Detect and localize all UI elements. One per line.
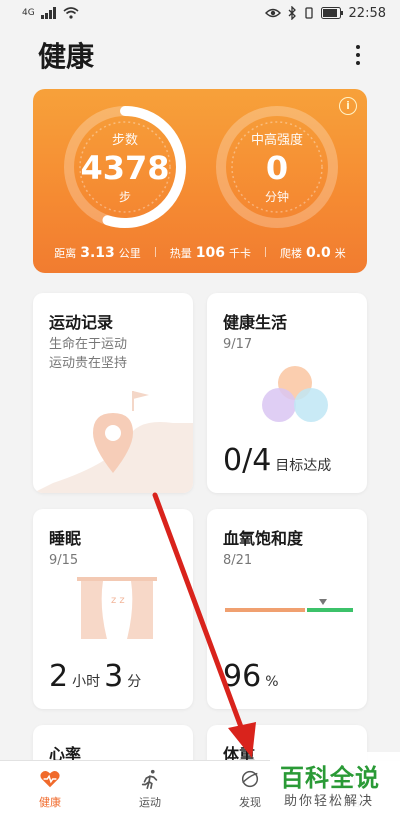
sleep-date: 9/15 (49, 553, 79, 568)
healthy-life-date: 9/17 (223, 337, 253, 352)
svg-text:z z: z z (111, 595, 125, 606)
watermark: 百科全说 助你轻松解决 (270, 752, 400, 816)
steps-label: 步数 (111, 133, 138, 148)
tab-health[interactable]: 健康 (0, 761, 100, 816)
steps-value: 4378 (80, 149, 170, 187)
healthy-life-title: 健康生活 (223, 313, 288, 332)
divider (264, 247, 266, 257)
healthy-life-value: 0/4 (223, 443, 272, 478)
sleep-minutes-unit: 分 (127, 674, 142, 690)
sleep-duration: 2 小时 3 分 (49, 659, 141, 694)
calories-value: 106 (195, 245, 225, 261)
eye-icon (264, 8, 281, 18)
planet-icon (241, 770, 259, 787)
tab-discover-label: 发现 (239, 795, 261, 809)
distance-label: 距离 (54, 247, 77, 260)
floors-label: 爬楼 (279, 247, 302, 260)
steps-unit: 步 (118, 190, 131, 204)
spo2-reading: 96 % (223, 659, 279, 694)
spo2-card[interactable]: 血氧饱和度 8/21 96 % (207, 509, 367, 709)
status-bar: 4G 22:58 (0, 0, 400, 26)
tab-health-label: 健康 (39, 795, 61, 809)
spo2-marker-icon (319, 599, 327, 605)
sleep-title: 睡眠 (49, 529, 82, 548)
healthy-life-card[interactable]: 健康生活 9/17 0/4 目标达成 (207, 293, 367, 493)
sleep-card[interactable]: 睡眠 9/15 z z 2 小时 3 分 (33, 509, 193, 709)
calories-unit: 千卡 (228, 247, 251, 260)
distance-stat: 距离 3.13 公里 (54, 245, 141, 261)
exercise-record-card[interactable]: 运动记录 生命在于运动 运动贵在坚持 (33, 293, 193, 493)
exercise-line2: 运动贵在坚持 (49, 356, 128, 371)
watermark-subtitle: 助你轻松解决 (284, 794, 375, 809)
intensity-label: 中高强度 (250, 133, 303, 148)
watermark-title: 百科全说 (280, 764, 380, 792)
calories-stat: 热量 106 千卡 (170, 245, 251, 261)
exercise-line1: 生命在于运动 (49, 337, 128, 352)
network-type: 4G (22, 8, 35, 18)
floors-stat: 爬楼 0.0 米 (280, 245, 346, 261)
runner-icon (141, 769, 158, 789)
steps-ring: 步数 4378 步 (61, 103, 189, 231)
status-right: 22:58 (264, 5, 386, 21)
signal-icon (40, 7, 56, 19)
clock: 22:58 (348, 5, 386, 21)
more-options-button[interactable] (346, 40, 370, 70)
page-title: 健康 (38, 40, 95, 73)
heart-pulse-icon (40, 770, 60, 787)
floors-unit: 米 (334, 247, 346, 260)
divider (154, 247, 156, 257)
distance-value: 3.13 (80, 245, 115, 261)
spo2-unit: % (265, 674, 279, 690)
map-pin-icon (33, 391, 193, 493)
intensity-ring: 中高强度 0 分钟 (213, 103, 341, 231)
bluetooth-icon (288, 6, 296, 20)
tab-exercise-label: 运动 (139, 795, 161, 809)
spo2-range-bar (225, 599, 353, 612)
battery-icon (320, 7, 343, 19)
healthy-life-unit: 目标达成 (275, 458, 332, 474)
distance-unit: 公里 (118, 247, 141, 260)
goal-circles-icon (262, 366, 328, 422)
activity-summary-card[interactable]: i 步数 4378 步 中高强度 0 分钟 距离 3.13 公里 热量 106 … (33, 89, 367, 273)
healthy-life-progress: 0/4 目标达成 (223, 443, 331, 478)
spo2-date: 8/21 (223, 553, 253, 568)
info-icon[interactable]: i (339, 97, 357, 115)
exercise-title: 运动记录 (49, 313, 114, 332)
wifi-icon (63, 7, 79, 19)
vibrate-icon (304, 7, 313, 19)
status-left: 4G (22, 7, 79, 19)
sleep-hours: 2 (49, 659, 69, 694)
spo2-title: 血氧饱和度 (223, 529, 304, 548)
sleep-hours-unit: 小时 (72, 674, 101, 690)
sleep-minutes: 3 (104, 659, 124, 694)
stats-row: 距离 3.13 公里 热量 106 千卡 爬楼 0.0 米 (33, 245, 367, 261)
intensity-unit: 分钟 (264, 190, 289, 204)
curtain-icon: z z (77, 577, 157, 639)
calories-label: 热量 (169, 247, 192, 260)
spo2-value: 96 (223, 659, 262, 694)
intensity-value: 0 (265, 149, 289, 187)
tab-exercise[interactable]: 运动 (100, 761, 200, 816)
header: 健康 (0, 30, 400, 80)
floors-value: 0.0 (305, 245, 331, 261)
